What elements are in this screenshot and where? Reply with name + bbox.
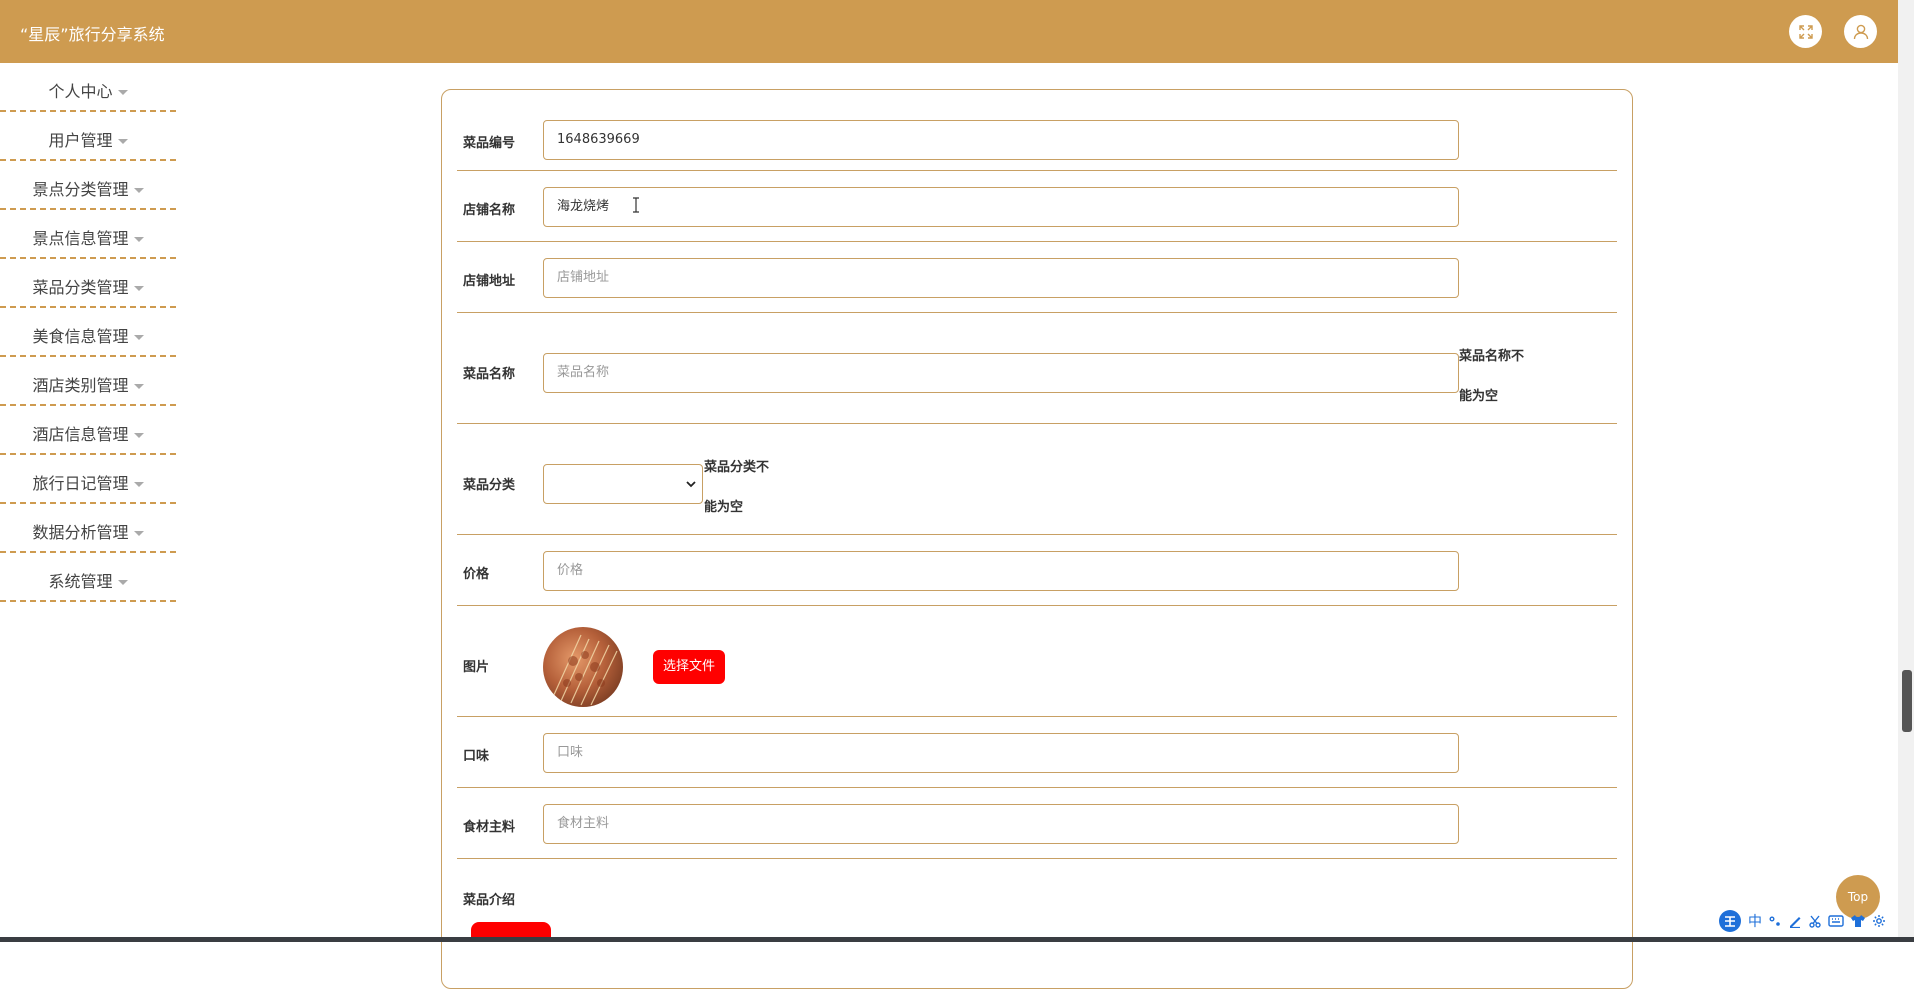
taste-label: 口味 bbox=[463, 749, 490, 764]
sidebar-item-dish-category[interactable]: 菜品分类管理 bbox=[0, 259, 176, 308]
intro-label: 菜品介绍 bbox=[463, 893, 516, 908]
editor-toolbar-button[interactable] bbox=[471, 922, 551, 938]
caret-down-icon bbox=[133, 286, 144, 291]
sidebar-item-label: 个人中心 bbox=[48, 82, 113, 101]
caret-down-icon bbox=[133, 433, 144, 438]
text-cursor-icon bbox=[632, 197, 640, 213]
shop-name-label: 店铺名称 bbox=[463, 203, 516, 218]
ingredients-label: 食材主料 bbox=[463, 820, 516, 835]
caret-down-icon bbox=[117, 139, 128, 144]
caret-down-icon bbox=[133, 531, 144, 536]
taste-input[interactable]: 口味 bbox=[543, 733, 1459, 773]
choose-file-button[interactable]: 选择文件 bbox=[653, 650, 726, 684]
caret-down-icon bbox=[133, 384, 144, 389]
app-title: “星辰”旅行分享系统 bbox=[20, 25, 165, 44]
form-row-price: 价格 价格 bbox=[457, 535, 1617, 606]
dish-image-preview bbox=[543, 627, 623, 707]
caret-down-icon bbox=[133, 482, 144, 487]
sidebar-item-label: 用户管理 bbox=[48, 131, 113, 150]
sidebar-item-food-info[interactable]: 美食信息管理 bbox=[0, 308, 176, 357]
sidebar-item-label: 系统管理 bbox=[48, 572, 113, 591]
caret-down-icon bbox=[117, 90, 128, 95]
sidebar-item-label: 菜品分类管理 bbox=[32, 278, 129, 297]
dish-category-error: 菜品分类不 bbox=[704, 460, 770, 475]
price-label: 价格 bbox=[463, 567, 490, 582]
form-row-intro: 菜品介绍 bbox=[457, 859, 1617, 959]
caret-down-icon bbox=[133, 237, 144, 242]
dish-name-input[interactable]: 菜品名称 bbox=[543, 353, 1459, 393]
dish-form: 菜品编号 1648639669 店铺名称 海龙烧烤 店铺地址 店铺地址 菜品名称… bbox=[441, 89, 1633, 989]
page-scrollbar-thumb[interactable] bbox=[1902, 670, 1912, 732]
caret-down-icon bbox=[133, 335, 144, 340]
shop-address-input[interactable]: 店铺地址 bbox=[543, 258, 1459, 298]
shop-name-input[interactable]: 海龙烧烤 bbox=[543, 187, 1459, 227]
form-row-ingredients: 食材主料 食材主料 bbox=[457, 788, 1617, 859]
top-header: “星辰”旅行分享系统 bbox=[0, 0, 1898, 63]
sidebar-item-label: 景点分类管理 bbox=[32, 180, 129, 199]
punctuation-icon[interactable] bbox=[1768, 914, 1782, 928]
ime-logo-icon[interactable] bbox=[1718, 909, 1742, 933]
sidebar-item-hotel-info[interactable]: 酒店信息管理 bbox=[0, 406, 176, 455]
ingredients-input[interactable]: 食材主料 bbox=[543, 804, 1459, 844]
sidebar-item-label: 酒店类别管理 bbox=[32, 376, 129, 395]
sidebar-item-data-analysis[interactable]: 数据分析管理 bbox=[0, 504, 176, 553]
handwriting-icon[interactable] bbox=[1788, 914, 1802, 928]
os-taskbar bbox=[0, 937, 1914, 942]
form-row-image: 图片 选择文件 bbox=[457, 606, 1617, 717]
page-scrollbar[interactable] bbox=[1898, 0, 1914, 942]
sidebar-item-label: 美食信息管理 bbox=[32, 327, 129, 346]
dish-no-input[interactable]: 1648639669 bbox=[543, 120, 1459, 160]
sidebar-item-system[interactable]: 系统管理 bbox=[0, 553, 176, 602]
fullscreen-icon[interactable] bbox=[1789, 15, 1822, 48]
dish-category-error-cont: 能为空 bbox=[704, 500, 744, 515]
ime-mode-label[interactable]: 中 bbox=[1748, 911, 1762, 931]
dish-category-select[interactable] bbox=[543, 464, 703, 504]
chevron-down-icon bbox=[686, 481, 696, 488]
ime-toolbar: 中 bbox=[1718, 908, 1914, 934]
dish-no-label: 菜品编号 bbox=[463, 136, 516, 151]
shop-address-label: 店铺地址 bbox=[463, 274, 516, 289]
sidebar: 个人中心 用户管理 景点分类管理 景点信息管理 菜品分类管理 美食信息管理 酒店… bbox=[0, 63, 176, 602]
dish-name-error: 菜品名称不 bbox=[1459, 349, 1525, 364]
sidebar-item-label: 数据分析管理 bbox=[32, 523, 129, 542]
settings-gear-icon[interactable] bbox=[1872, 914, 1886, 928]
form-row-dish-category: 菜品分类 菜品分类不 能为空 bbox=[457, 424, 1617, 535]
caret-down-icon bbox=[133, 188, 144, 193]
user-avatar-icon[interactable] bbox=[1844, 15, 1877, 48]
skin-shirt-icon[interactable] bbox=[1850, 914, 1866, 928]
keyboard-icon[interactable] bbox=[1828, 914, 1844, 928]
dish-name-label: 菜品名称 bbox=[463, 367, 516, 382]
sidebar-item-travel-diary[interactable]: 旅行日记管理 bbox=[0, 455, 176, 504]
sidebar-item-label: 景点信息管理 bbox=[32, 229, 129, 248]
sidebar-item-users[interactable]: 用户管理 bbox=[0, 112, 176, 161]
form-row-shop-address: 店铺地址 店铺地址 bbox=[457, 242, 1617, 313]
form-row-taste: 口味 口味 bbox=[457, 717, 1617, 788]
sidebar-item-label: 旅行日记管理 bbox=[32, 474, 129, 493]
sidebar-item-hotel-category[interactable]: 酒店类别管理 bbox=[0, 357, 176, 406]
form-row-dish-no: 菜品编号 1648639669 bbox=[457, 90, 1617, 171]
sidebar-item-label: 酒店信息管理 bbox=[32, 425, 129, 444]
price-input[interactable]: 价格 bbox=[543, 551, 1459, 591]
dish-name-error-cont: 能为空 bbox=[1459, 389, 1499, 404]
dish-category-label: 菜品分类 bbox=[463, 478, 516, 493]
image-label: 图片 bbox=[463, 660, 490, 675]
scissors-icon[interactable] bbox=[1808, 914, 1822, 928]
sidebar-item-spot-info[interactable]: 景点信息管理 bbox=[0, 210, 176, 259]
form-row-dish-name: 菜品名称 菜品名称 菜品名称不 能为空 bbox=[457, 313, 1617, 424]
sidebar-item-profile[interactable]: 个人中心 bbox=[0, 63, 176, 112]
form-row-shop-name: 店铺名称 海龙烧烤 bbox=[457, 171, 1617, 242]
caret-down-icon bbox=[117, 580, 128, 585]
sidebar-item-spot-category[interactable]: 景点分类管理 bbox=[0, 161, 176, 210]
